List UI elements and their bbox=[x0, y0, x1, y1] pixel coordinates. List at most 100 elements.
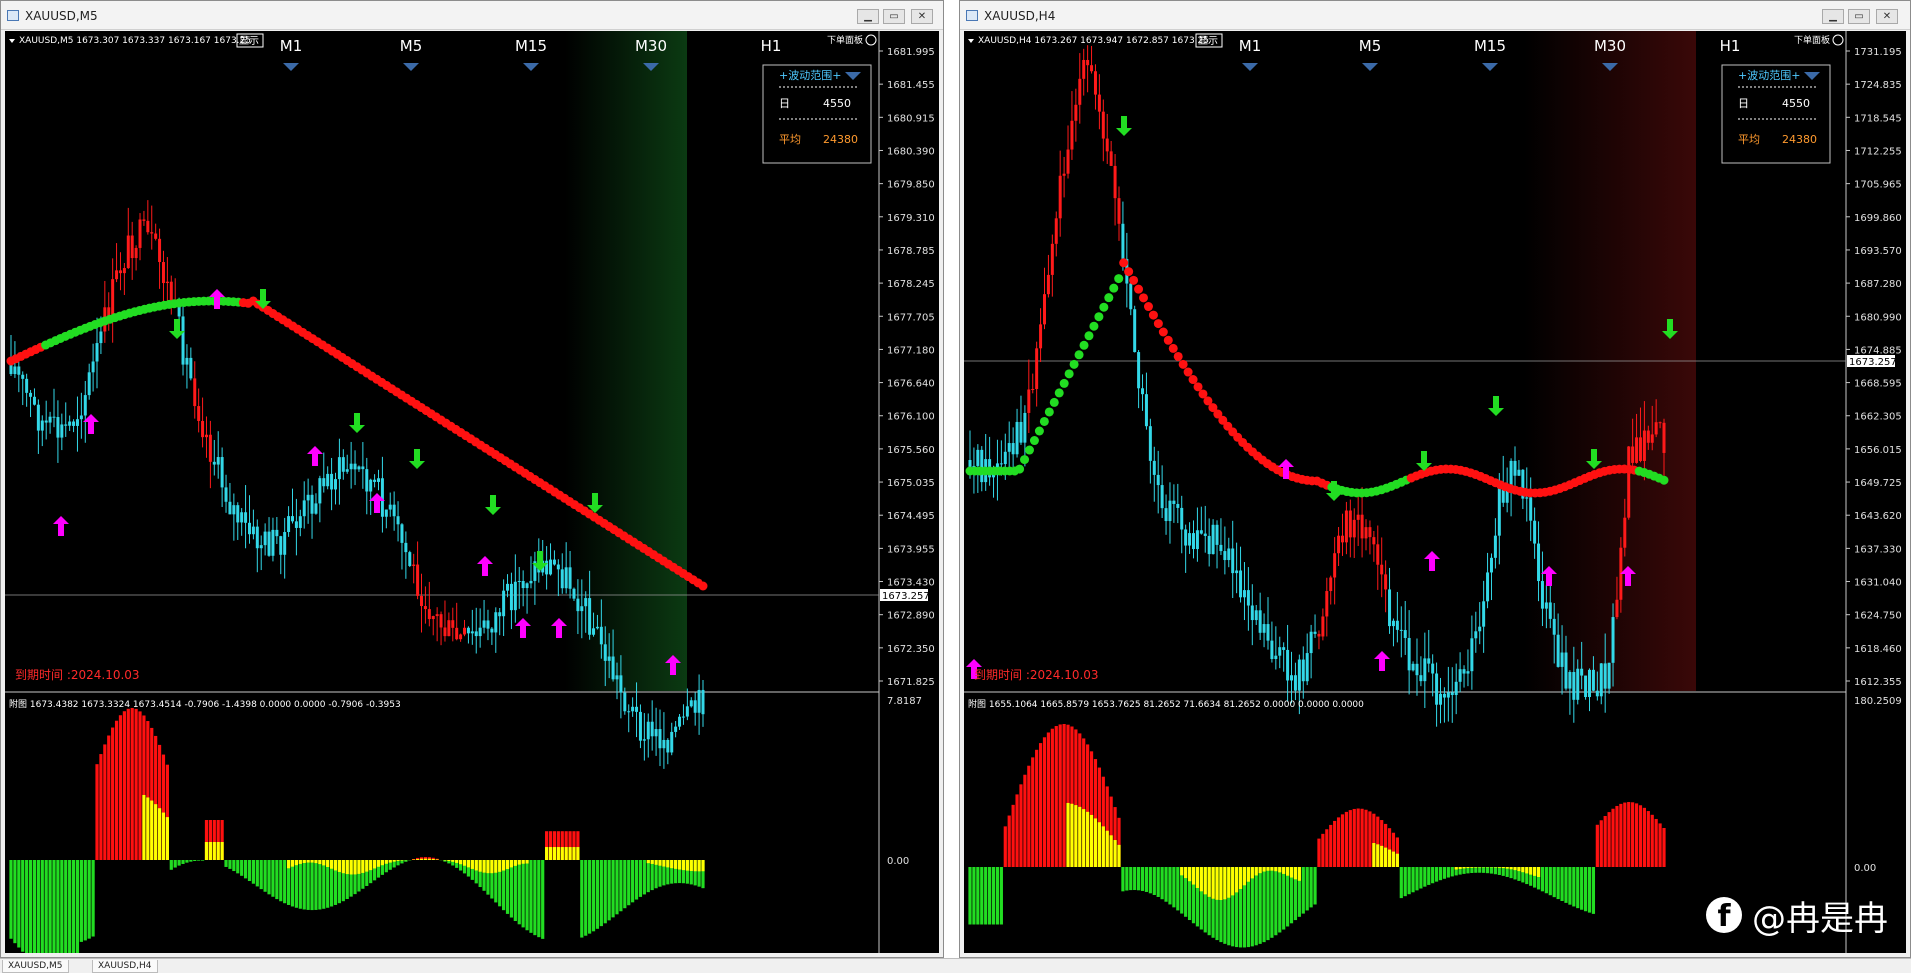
histogram-bar bbox=[631, 860, 634, 902]
chart-window-h4[interactable]: XAUUSD,H4 ▁ ▭ ✕ 1731.1951724.8351718.545… bbox=[959, 0, 1911, 958]
histogram-bar bbox=[29, 860, 32, 953]
price-label: 1643.620 bbox=[1854, 511, 1902, 522]
histogram-bar bbox=[596, 860, 599, 929]
candle-body bbox=[326, 474, 329, 486]
candle-body bbox=[21, 375, 24, 379]
maximize-button[interactable]: ▭ bbox=[1848, 9, 1870, 24]
price-label: 1680.915 bbox=[887, 113, 935, 124]
histogram-bar bbox=[342, 860, 345, 873]
tab-xauusd-h4[interactable]: XAUUSD,H4 bbox=[92, 960, 158, 973]
timeframe-marker-icon bbox=[283, 63, 299, 71]
close-button[interactable]: ✕ bbox=[911, 9, 933, 24]
chart-window-m5[interactable]: XAUUSD,M5 ▁ ▭ ✕ 1681.9951681.4551680.915… bbox=[0, 0, 944, 958]
histogram-bar bbox=[1039, 743, 1042, 867]
histogram-bar bbox=[135, 709, 138, 860]
candle-body bbox=[123, 268, 126, 273]
histogram-bar bbox=[1451, 867, 1454, 876]
candle-body bbox=[1212, 525, 1215, 554]
histogram-bar bbox=[1392, 852, 1395, 867]
histogram-bar bbox=[580, 860, 583, 938]
moving-average-point bbox=[1154, 319, 1163, 328]
histogram-bar bbox=[1282, 867, 1285, 930]
histogram-bar bbox=[271, 860, 274, 897]
histogram-bar bbox=[455, 860, 458, 863]
window-title: XAUUSD,H4 bbox=[984, 9, 1055, 23]
range-panel-title: +波动范围+ bbox=[779, 68, 841, 82]
histogram-bar bbox=[1211, 867, 1214, 899]
candle-body bbox=[88, 372, 91, 395]
candle-body bbox=[1329, 577, 1332, 591]
chart-area[interactable]: 1681.9951681.4551680.9151680.3901679.850… bbox=[5, 31, 939, 953]
histogram-bar bbox=[240, 860, 243, 876]
histogram-bar bbox=[600, 860, 603, 926]
moving-average-point bbox=[1114, 274, 1123, 283]
histogram-bar bbox=[1063, 724, 1066, 867]
histogram-bar bbox=[1615, 806, 1618, 867]
histogram-bar bbox=[318, 860, 321, 864]
histogram-bar bbox=[291, 860, 294, 906]
histogram-bar bbox=[334, 860, 337, 870]
candle-body bbox=[357, 466, 360, 469]
histogram-bar bbox=[213, 842, 216, 860]
day-range-value: 4550 bbox=[1782, 97, 1810, 110]
candle-body bbox=[189, 358, 192, 378]
histogram-bar bbox=[459, 860, 462, 864]
histogram-bar bbox=[697, 860, 700, 871]
candle-body bbox=[1337, 536, 1340, 554]
moving-average-point bbox=[1094, 312, 1103, 321]
candle-body bbox=[1263, 624, 1266, 633]
tab-xauusd-m5[interactable]: XAUUSD,M5 bbox=[2, 960, 69, 973]
maximize-button[interactable]: ▭ bbox=[883, 9, 905, 24]
candle-body bbox=[1012, 443, 1015, 454]
candle-body bbox=[1090, 65, 1093, 71]
histogram-bar bbox=[1329, 825, 1332, 867]
candle-body bbox=[111, 279, 114, 319]
candle-body bbox=[1419, 675, 1422, 681]
histogram-bar bbox=[592, 860, 595, 931]
window-titlebar[interactable]: XAUUSD,H4 ▁ ▭ ✕ bbox=[960, 1, 1910, 30]
histogram-bar bbox=[1129, 867, 1132, 890]
price-label: 1699.860 bbox=[1854, 213, 1902, 224]
candle-body bbox=[486, 620, 489, 628]
histogram-bar bbox=[103, 744, 106, 860]
candle-body bbox=[1255, 610, 1258, 620]
histogram-bar bbox=[373, 860, 376, 868]
candle-body bbox=[1227, 548, 1230, 560]
histogram-bar bbox=[1294, 867, 1297, 879]
histogram-bar bbox=[514, 860, 517, 921]
histogram-bar bbox=[314, 860, 317, 910]
window-titlebar[interactable]: XAUUSD,M5 ▁ ▭ ✕ bbox=[1, 1, 943, 30]
chart-area[interactable]: 1731.1951724.8351718.5451712.2551705.965… bbox=[964, 31, 1906, 953]
histogram-bar bbox=[1435, 867, 1438, 882]
candle-body bbox=[115, 270, 118, 279]
candle-body bbox=[252, 527, 255, 535]
candle-body bbox=[1345, 511, 1348, 543]
histogram-bar bbox=[1086, 812, 1089, 867]
candle-body bbox=[502, 591, 505, 617]
histogram-bar bbox=[107, 736, 110, 860]
candle-body bbox=[1325, 591, 1328, 616]
candle-body bbox=[1243, 590, 1246, 597]
chart-window-icon bbox=[7, 10, 19, 21]
histogram-bar bbox=[1466, 867, 1469, 868]
price-label: 1680.390 bbox=[887, 146, 935, 157]
histogram-bar bbox=[1411, 867, 1414, 892]
histogram-bar bbox=[1357, 809, 1360, 867]
minimize-button[interactable]: ▁ bbox=[857, 9, 879, 24]
histogram-bar bbox=[1215, 867, 1218, 900]
histogram-bar bbox=[514, 860, 517, 866]
histogram-bar bbox=[115, 721, 118, 860]
moving-average-point bbox=[1174, 352, 1183, 361]
minimize-button[interactable]: ▁ bbox=[1822, 9, 1844, 24]
close-button[interactable]: ✕ bbox=[1876, 9, 1898, 24]
candle-body bbox=[295, 521, 298, 528]
histogram-bar bbox=[1513, 867, 1516, 870]
candle-body bbox=[240, 512, 243, 522]
histogram-bar bbox=[1345, 812, 1348, 867]
histogram-bar bbox=[1310, 867, 1313, 907]
histogram-bar bbox=[549, 847, 552, 860]
histogram-bar bbox=[1090, 815, 1093, 867]
current-price-label: 1673.257 bbox=[882, 591, 930, 602]
histogram-bar bbox=[1298, 867, 1301, 881]
timeframe-marker-icon bbox=[523, 63, 539, 71]
